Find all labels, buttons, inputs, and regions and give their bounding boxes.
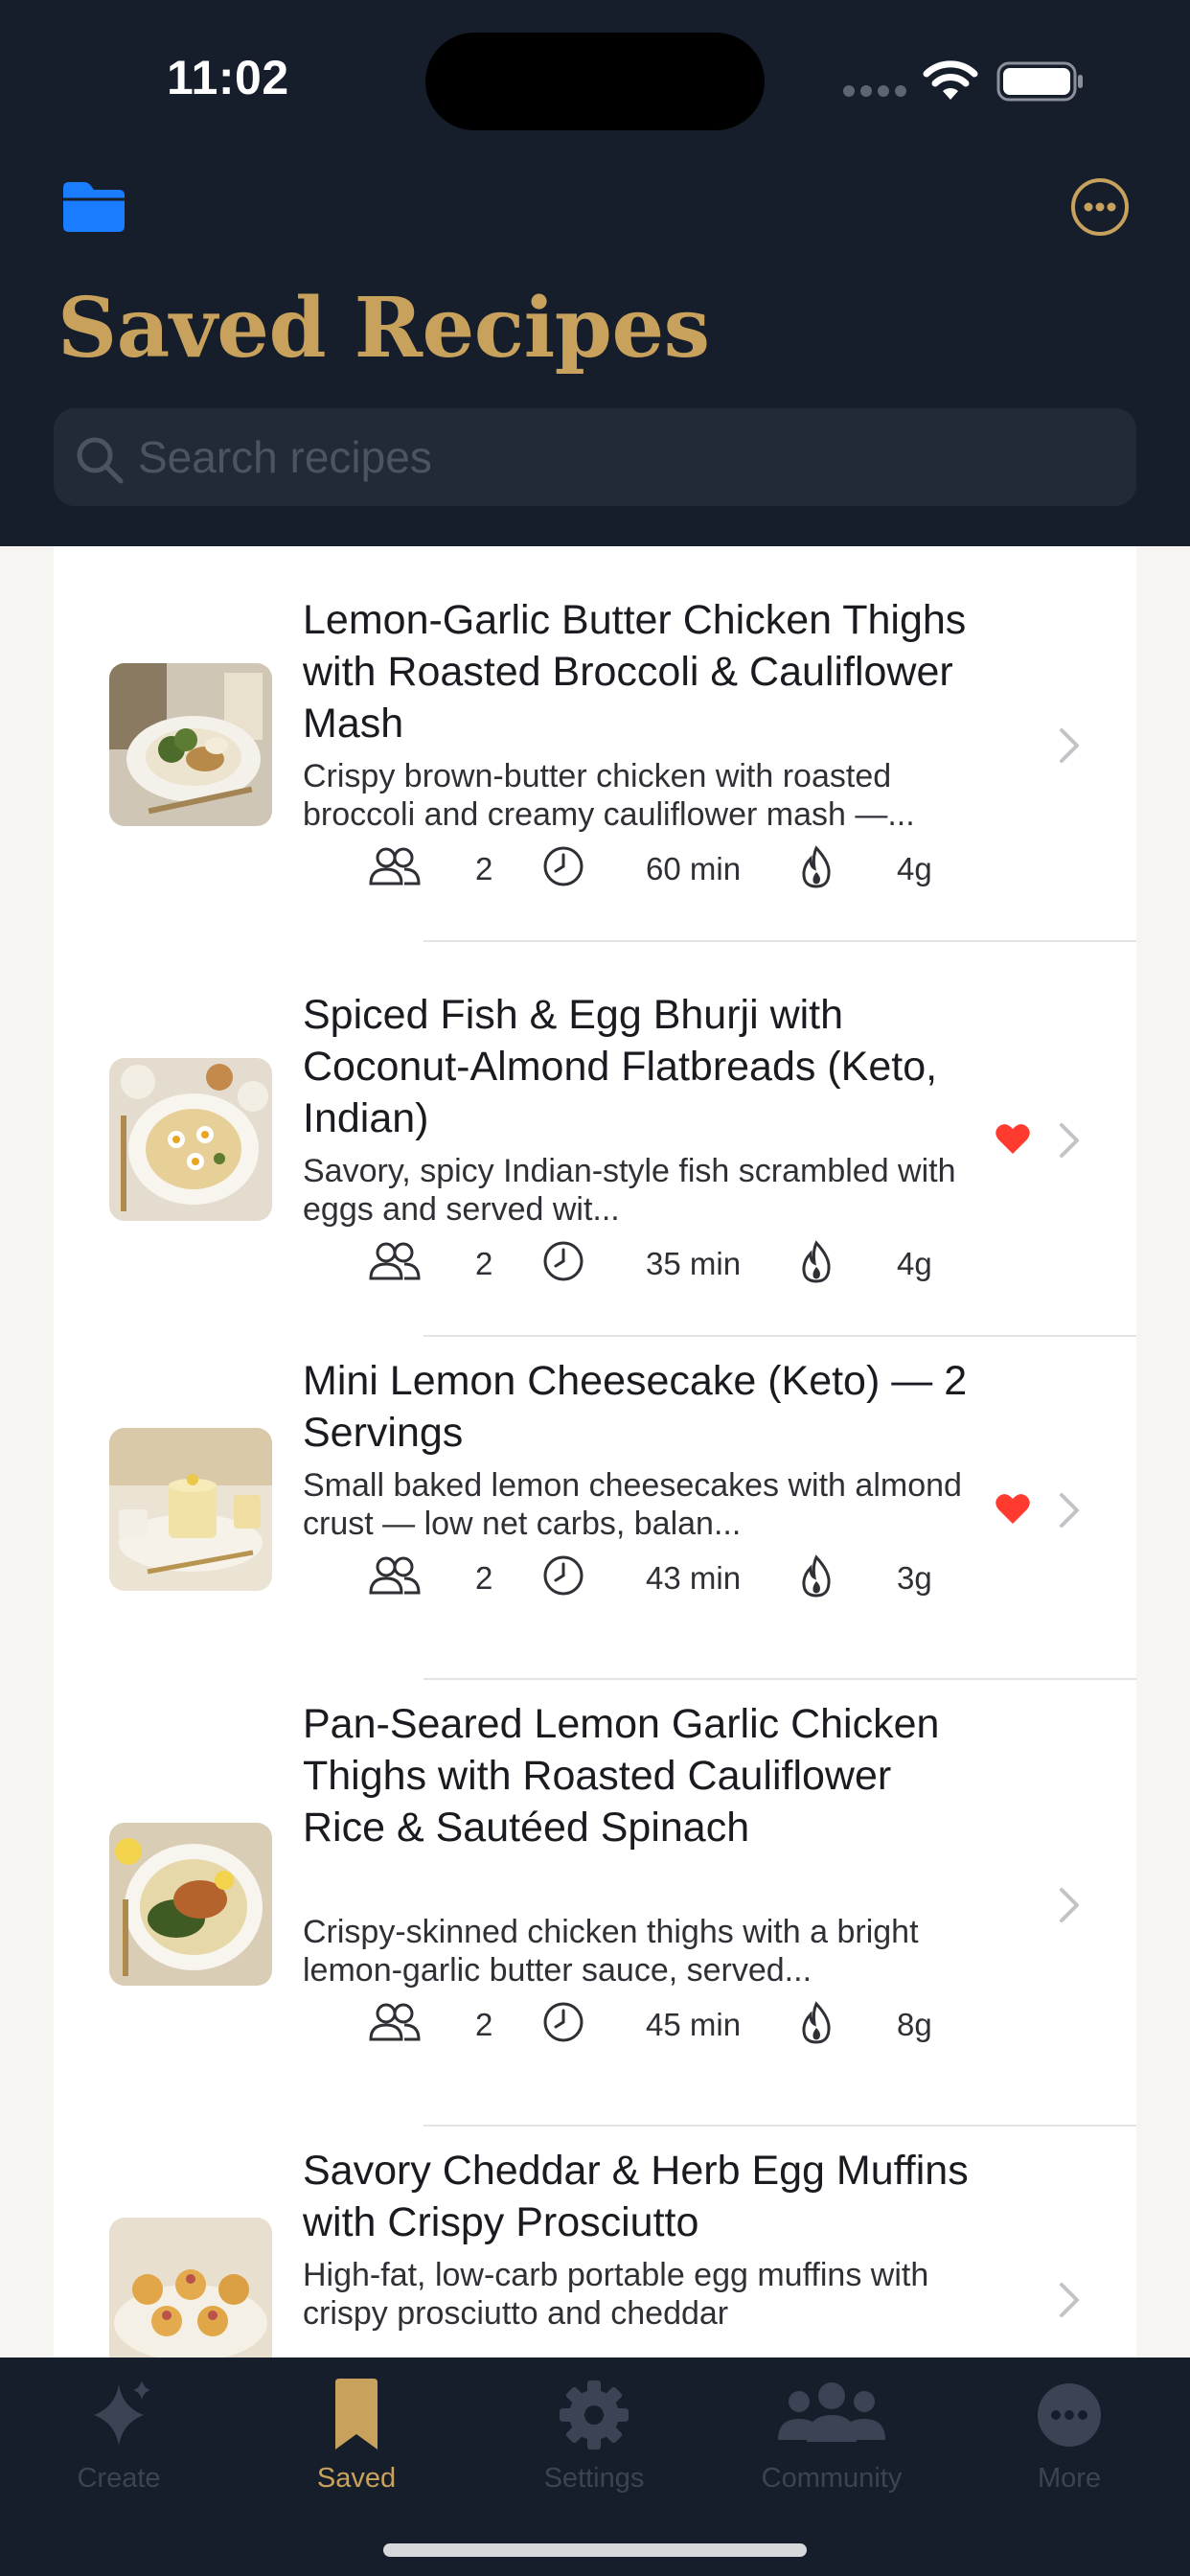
flame-icon: [802, 845, 831, 888]
sparkles-icon: [94, 2380, 150, 2446]
clock-icon: [543, 2002, 584, 2042]
home-indicator[interactable]: [383, 2543, 807, 2557]
recipe-title: Lemon-Garlic Butter Chicken Thighs with …: [303, 597, 967, 747]
people-icon: [369, 2003, 421, 2041]
tab-settings[interactable]: Settings: [475, 2358, 713, 2511]
chevron-right-icon: [1060, 1493, 1079, 1528]
time-value: 35 min: [646, 1246, 742, 1281]
tab-label: More: [1037, 2463, 1102, 2494]
bookmark-icon: [335, 2379, 378, 2450]
tab-saved[interactable]: Saved: [238, 2358, 475, 2511]
search-input[interactable]: [138, 408, 1096, 506]
chevron-right-icon: [1060, 1888, 1079, 1922]
search-bar[interactable]: [54, 408, 1136, 506]
tab-more[interactable]: More: [950, 2358, 1188, 2511]
recipe-list: Lemon-Garlic Butter Chicken Thighs with …: [54, 546, 1136, 2358]
tab-label: Community: [761, 2463, 903, 2494]
flame-icon: [802, 1554, 831, 1598]
tab-label: Create: [77, 2463, 161, 2494]
servings-value: 2: [475, 851, 493, 886]
chevron-right-icon: [1060, 1123, 1079, 1158]
recipe-description: Crispy-skinned chicken thighs with a bri…: [303, 1914, 919, 1989]
page-title: Saved Recipes: [57, 280, 710, 377]
recipe-thumbnail: [109, 1058, 272, 1221]
cellular-signal-icon: [843, 84, 912, 102]
favorite-heart-icon[interactable]: [995, 1493, 1031, 1526]
recipe-description: Crispy brown-butter chicken with roasted…: [303, 758, 915, 833]
time-value: 45 min: [646, 2007, 742, 2042]
folder-icon[interactable]: [59, 178, 128, 234]
time-value: 60 min: [646, 851, 742, 886]
clock-icon: [543, 846, 584, 886]
chevron-right-icon: [1060, 728, 1079, 763]
tab-label: Saved: [316, 2463, 397, 2494]
favorite-heart-icon[interactable]: [995, 1123, 1031, 1156]
flame-icon: [802, 1240, 831, 1283]
recipe-row[interactable]: Pan-Seared Lemon Garlic Chicken Thighs w…: [54, 1679, 1136, 2126]
servings-value: 2: [475, 1246, 493, 1281]
recipe-thumbnail: [109, 1428, 272, 1591]
recipe-description: Small baked lemon cheesecakes with almon…: [303, 1467, 962, 1542]
recipe-meta: 2 45 min 8g: [312, 2001, 932, 2049]
clock-icon: [543, 1555, 584, 1596]
recipe-row[interactable]: Savory Cheddar & Herb Egg Muffins with C…: [54, 2126, 1136, 2358]
search-icon: [77, 437, 124, 484]
recipe-description: High-fat, low-carb portable egg muffins …: [303, 2257, 929, 2332]
recipe-title: Savory Cheddar & Herb Egg Muffins with C…: [303, 2148, 969, 2245]
status-time: 11:02: [167, 51, 289, 104]
tab-label: Settings: [543, 2463, 645, 2494]
recipe-row[interactable]: Spiced Fish & Egg Bhurji with Coconut-Al…: [54, 941, 1136, 1336]
time-value: 43 min: [646, 1560, 742, 1596]
gear-icon: [560, 2380, 629, 2450]
clock-icon: [543, 1241, 584, 1281]
recipe-thumbnail: [109, 1823, 272, 1986]
people-icon: [369, 847, 421, 886]
recipe-title: Spiced Fish & Egg Bhurji with Coconut-Al…: [303, 992, 938, 1141]
more-options-button[interactable]: [1069, 176, 1131, 238]
net-carbs-value: 8g: [897, 2007, 932, 2042]
recipe-meta: 2 43 min 3g: [312, 1554, 932, 1602]
flame-icon: [802, 2001, 831, 2044]
net-carbs-value: 4g: [897, 1246, 932, 1281]
servings-value: 2: [475, 1560, 493, 1596]
recipe-thumbnail: [109, 2218, 272, 2358]
people-icon: [369, 1556, 421, 1595]
recipe-meta: 2 60 min 4g: [312, 845, 932, 893]
ellipsis-circle-icon: [1038, 2383, 1101, 2447]
recipe-title: Mini Lemon Cheesecake (Keto) — 2 Serving…: [303, 1358, 968, 1456]
battery-icon: [996, 61, 1083, 102]
recipe-row[interactable]: Lemon-Garlic Butter Chicken Thighs with …: [54, 546, 1136, 941]
recipe-thumbnail: [109, 663, 272, 826]
people-icon: [778, 2382, 885, 2442]
servings-value: 2: [475, 2007, 493, 2042]
net-carbs-value: 3g: [897, 1560, 932, 1596]
recipe-title: Pan-Seared Lemon Garlic Chicken Thighs w…: [303, 1701, 940, 1851]
chevron-right-icon: [1060, 2283, 1079, 2317]
wifi-icon: [923, 60, 978, 100]
dynamic-island: [425, 33, 765, 130]
recipe-meta: 2 35 min 4g: [312, 1240, 932, 1288]
header: 11:02 Saved Recipes: [0, 0, 1190, 546]
net-carbs-value: 4g: [897, 851, 932, 886]
recipe-description: Savory, spicy Indian-style fish scramble…: [303, 1153, 956, 1228]
tab-community[interactable]: Community: [713, 2358, 950, 2511]
tab-create[interactable]: Create: [0, 2358, 238, 2511]
people-icon: [369, 1242, 421, 1280]
recipe-row[interactable]: Mini Lemon Cheesecake (Keto) — 2 Serving…: [54, 1336, 1136, 1679]
